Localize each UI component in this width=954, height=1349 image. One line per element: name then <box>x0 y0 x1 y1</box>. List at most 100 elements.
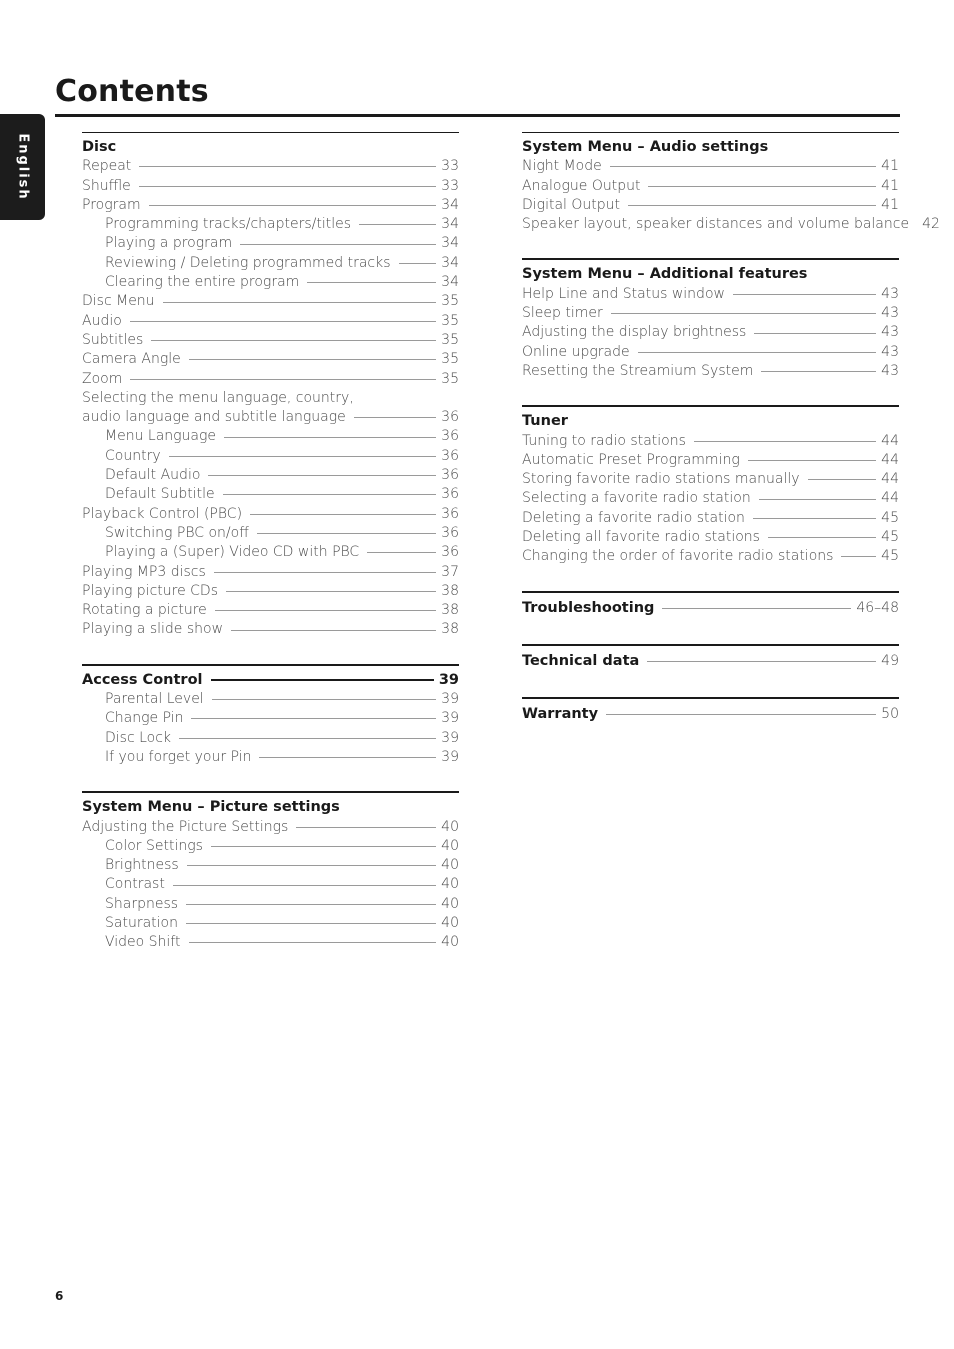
leader-line <box>186 903 437 905</box>
toc-entry[interactable]: audio language and subtitle language 36 <box>82 408 459 427</box>
toc-section-heading[interactable]: Access Control 39 <box>82 671 459 690</box>
toc-entry[interactable]: Resetting the Streamium System 43 <box>522 362 899 381</box>
toc-entry[interactable]: Adjusting the Picture Settings 40 <box>82 818 459 837</box>
toc-entry[interactable]: Night Mode 41 <box>522 157 899 176</box>
toc-entry[interactable]: Change Pin 39 <box>82 709 459 728</box>
page-ref: 35 <box>441 370 459 387</box>
page-number: 6 <box>55 1289 64 1303</box>
toc-entry[interactable]: Deleting a favorite radio station 45 <box>522 509 899 528</box>
section-heading-label: Troubleshooting <box>522 599 655 616</box>
toc-entry[interactable]: Default Audio 36 <box>82 466 459 485</box>
toc-entry[interactable]: Automatic Preset Programming 44 <box>522 451 899 470</box>
toc-entry[interactable]: Contrast 40 <box>82 875 459 894</box>
page-ref: 36 <box>441 467 459 484</box>
toc-entry[interactable]: Storing favorite radio stations manually… <box>522 470 899 489</box>
toc-section-system-menu-audio-settings: System Menu – Audio settings Night Mode 41… <box>522 132 940 234</box>
toc-entry[interactable]: Deleting all favorite radio stations 45 <box>522 528 899 547</box>
leader-line <box>129 320 437 322</box>
toc-entry[interactable]: Repeat 33 <box>82 157 459 176</box>
toc-entry[interactable]: Speaker layout, speaker distances and vo… <box>522 215 940 234</box>
toc-entry[interactable]: Switching PBC on/off 36 <box>82 524 459 543</box>
toc-entry[interactable]: Playing picture CDs 38 <box>82 582 459 601</box>
entry-label: Rotating a picture <box>82 602 207 619</box>
toc-entry[interactable]: Selecting a favorite radio station 44 <box>522 489 899 508</box>
toc-entry[interactable]: Camera Angle 35 <box>82 350 459 369</box>
toc-entry[interactable]: Playing a slide show 38 <box>82 620 459 639</box>
toc-entry[interactable]: Parental Level 39 <box>82 690 459 709</box>
toc-section-troubleshooting: Troubleshooting 46–48 <box>522 590 899 618</box>
entry-label: Program <box>82 196 141 213</box>
toc-entry[interactable]: Playback Control (PBC) 36 <box>82 505 459 524</box>
toc-entry[interactable]: Subtitles 35 <box>82 331 459 350</box>
toc-entry[interactable]: Playing a (Super) Video CD with PBC 36 <box>82 543 459 562</box>
leader-line <box>353 417 437 419</box>
toc-entry[interactable]: Analogue Output 41 <box>522 177 899 196</box>
page-ref: 39 <box>441 710 459 727</box>
toc-section-heading[interactable]: Troubleshooting 46–48 <box>522 599 899 618</box>
page-ref: 36 <box>441 428 459 445</box>
entry-label: Playback Control (PBC) <box>82 505 243 522</box>
toc-entry[interactable]: Help Line and Status window 43 <box>522 285 899 304</box>
toc-entry[interactable]: Reviewing / Deleting programmed tracks 34 <box>82 254 459 273</box>
toc-entry[interactable]: Clearing the entire program 34 <box>82 273 459 292</box>
toc-entry[interactable]: Zoom 35 <box>82 370 459 389</box>
toc-entry[interactable]: Rotating a picture 38 <box>82 601 459 620</box>
toc-entry[interactable]: Changing the order of favorite radio sta… <box>522 547 899 566</box>
entry-label: audio language and subtitle language <box>82 409 346 426</box>
toc-entry[interactable]: Program 34 <box>82 196 459 215</box>
page-ref: 36 <box>441 447 459 464</box>
toc-entry[interactable]: Selecting the menu language, country, <box>82 389 459 408</box>
toc-entry[interactable]: Digital Output 41 <box>522 196 899 215</box>
page-ref: 49 <box>881 652 899 669</box>
toc-entry[interactable]: Adjusting the display brightness 43 <box>522 323 899 342</box>
entry-label: Brightness <box>105 857 179 874</box>
entry-label: Adjusting the display brightness <box>522 324 747 341</box>
leader-line <box>693 440 877 442</box>
leader-line <box>240 243 437 245</box>
leader-line <box>151 340 437 342</box>
entry-label: Deleting all favorite radio stations <box>522 529 760 546</box>
toc-entry[interactable]: Color Settings 40 <box>82 837 459 856</box>
page-ref: 45 <box>881 548 899 565</box>
page-title: Contents <box>55 74 209 109</box>
toc-section-access-control: Access Control 39 Parental Level 39 Change P… <box>82 663 459 767</box>
leader-line <box>214 610 437 612</box>
toc-entry[interactable]: Audio 35 <box>82 312 459 331</box>
toc-entry[interactable]: Disc Menu 35 <box>82 292 459 311</box>
toc-entry[interactable]: Default Subtitle 36 <box>82 485 459 504</box>
entry-label: Selecting the menu language, country, <box>82 389 354 406</box>
toc-entry[interactable]: Shuffle 33 <box>82 177 459 196</box>
toc-entry[interactable]: Sharpness 40 <box>82 895 459 914</box>
leader-line <box>185 923 437 925</box>
toc-entry[interactable]: If you forget your Pin 39 <box>82 748 459 767</box>
toc-entry[interactable]: Video Shift 40 <box>82 933 459 952</box>
leader-line <box>168 455 437 457</box>
leader-line <box>359 224 437 226</box>
toc-entry[interactable]: Brightness 40 <box>82 856 459 875</box>
toc-entry[interactable]: Saturation 40 <box>82 914 459 933</box>
toc-entry[interactable]: Programming tracks/chapters/titles 34 <box>82 215 459 234</box>
leader-line <box>637 351 877 353</box>
toc-entry[interactable]: Menu Language 36 <box>82 427 459 446</box>
section-heading: System Menu – Picture settings <box>82 799 340 816</box>
leader-line <box>628 205 877 207</box>
toc-entry[interactable]: Tuning to radio stations 44 <box>522 432 899 451</box>
toc-entry[interactable]: Playing MP3 discs 37 <box>82 563 459 582</box>
toc-entry[interactable]: Sleep timer 43 <box>522 304 899 323</box>
section-heading-label: Access Control <box>82 671 203 688</box>
toc-entry[interactable]: Online upgrade 43 <box>522 343 899 362</box>
leader-line <box>609 166 877 168</box>
page-ref: 45 <box>881 529 899 546</box>
page-ref: 43 <box>881 285 899 302</box>
toc-entry[interactable]: Playing a program 34 <box>82 234 459 253</box>
leader-line <box>767 537 877 539</box>
toc-entry[interactable]: Disc Lock 39 <box>82 729 459 748</box>
page-ref: 39 <box>441 729 459 746</box>
entry-label: Country <box>105 447 161 464</box>
toc-section-heading[interactable]: Technical data 49 <box>522 652 899 671</box>
toc-entry[interactable]: Country 36 <box>82 447 459 466</box>
entry-label: Deleting a favorite radio station <box>522 509 745 526</box>
entry-label: Analogue Output <box>522 177 641 194</box>
toc-section-heading[interactable]: Warranty 50 <box>522 705 899 724</box>
entry-label: Reviewing / Deleting programmed tracks <box>105 254 391 271</box>
